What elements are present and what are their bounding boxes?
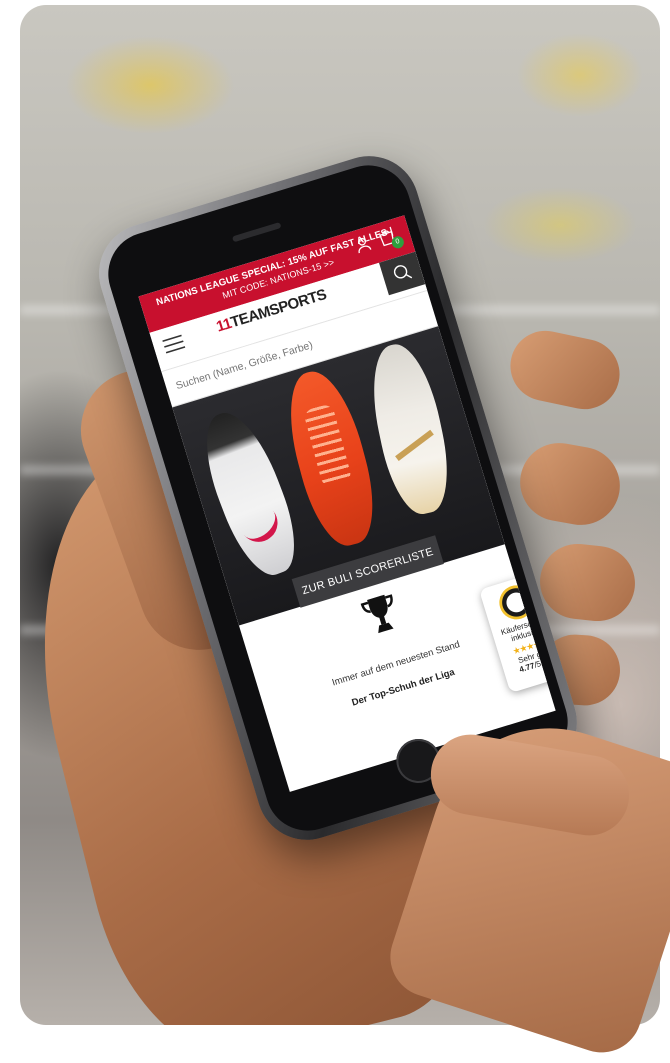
speaker [231, 221, 282, 243]
trophy-icon [360, 594, 394, 634]
trusted-shops-seal-icon [495, 581, 538, 624]
hamburger-menu-icon[interactable] [162, 334, 186, 355]
finger [513, 436, 627, 532]
finger [503, 324, 627, 416]
football-boot-orange [276, 363, 386, 553]
finger [536, 540, 639, 625]
football-boot-cream [361, 338, 459, 520]
